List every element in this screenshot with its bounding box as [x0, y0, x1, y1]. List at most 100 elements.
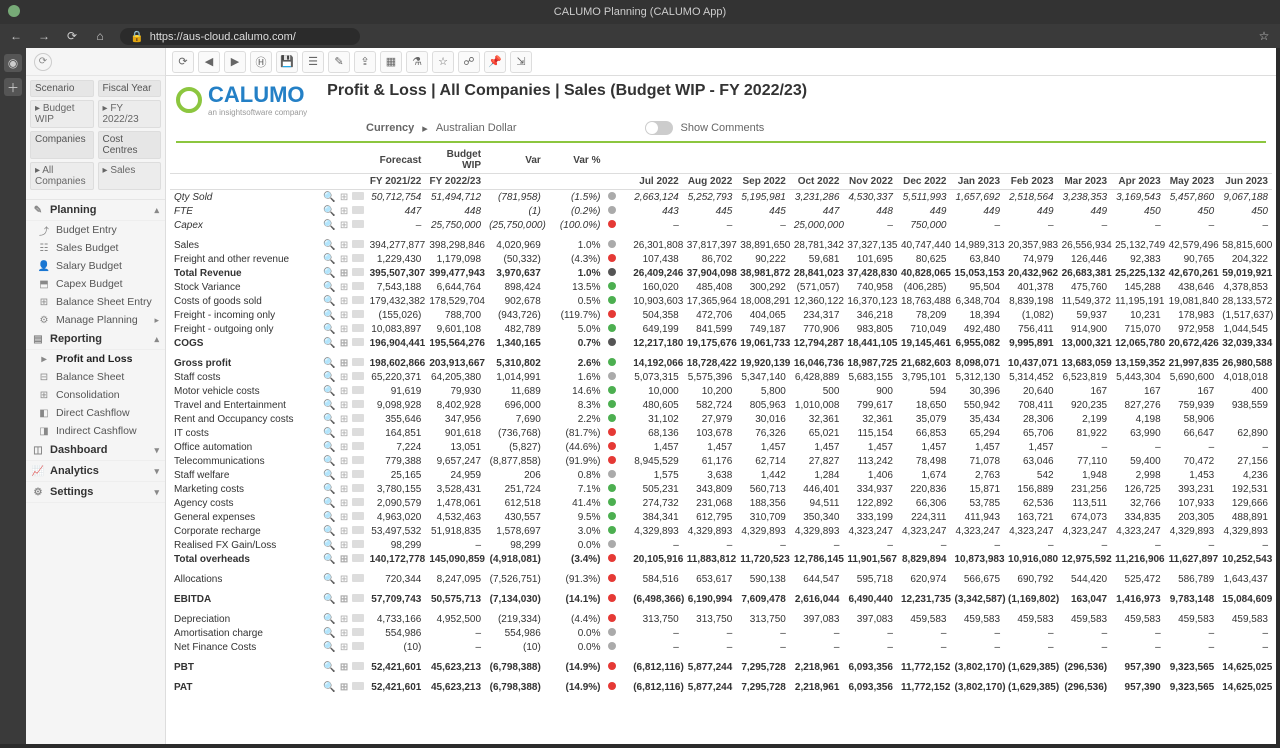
cell-month[interactable]: 40,828,065 [897, 266, 951, 280]
cell-month[interactable]: 15,084,609 [1218, 592, 1272, 606]
cell-varpct[interactable]: (0.2%) [545, 204, 605, 218]
cell-var[interactable]: 11,689 [485, 384, 545, 398]
cell-month[interactable]: 310,709 [736, 510, 790, 524]
drill-icon[interactable]: 🔍 [322, 660, 336, 674]
cell-month[interactable]: 80,625 [897, 252, 951, 266]
cell-varpct[interactable]: (4.3%) [545, 252, 605, 266]
cell-month[interactable]: 5,314,452 [1004, 370, 1058, 384]
cell-month[interactable]: – [1111, 538, 1165, 552]
cell-varpct[interactable]: (119.7%) [545, 308, 605, 322]
row-label[interactable]: EBITDA [170, 592, 322, 606]
cell-month[interactable]: – [1004, 626, 1058, 640]
col-month[interactable]: Jan 2023 [950, 174, 1004, 190]
cell-forecast[interactable]: 355,646 [366, 412, 426, 426]
drill-icon[interactable]: 🔍 [322, 266, 336, 280]
cell-varpct[interactable]: 2.2% [545, 412, 605, 426]
cell-month[interactable]: 799,617 [843, 398, 897, 412]
cell-month[interactable]: 4,329,893 [1218, 524, 1272, 538]
cell-month[interactable]: 167 [1111, 384, 1165, 398]
cell-month[interactable]: 126,725 [1111, 482, 1165, 496]
drill-icon[interactable]: 🔍 [322, 612, 336, 626]
cell-month[interactable]: 18,394 [950, 308, 1004, 322]
cell-month[interactable]: 18,763,488 [897, 294, 951, 308]
cell-var[interactable]: (7,526,751) [485, 572, 545, 586]
cell-month[interactable]: 107,438 [629, 252, 683, 266]
cell-forecast[interactable]: 98,299 [366, 538, 426, 552]
cell-month[interactable]: 8,098,071 [950, 356, 1004, 370]
cell-month[interactable]: 404,065 [736, 308, 790, 322]
cell-month[interactable]: 21,997,835 [1165, 356, 1219, 370]
drill-icon[interactable]: 🔍 [322, 440, 336, 454]
cell-month[interactable]: – [629, 538, 683, 552]
cell-month[interactable]: 167 [1165, 384, 1219, 398]
expand-icon[interactable]: ⊞ [337, 612, 351, 626]
cell-month[interactable]: – [1218, 440, 1272, 454]
row-label[interactable]: Rent and Occupancy costs [170, 412, 322, 426]
cell-month[interactable]: 4,323,247 [1111, 524, 1165, 538]
cell-month[interactable]: 5,683,155 [843, 370, 897, 384]
cell-month[interactable]: 500 [790, 384, 844, 398]
cell-month[interactable]: 63,840 [950, 252, 1004, 266]
sidebar-item[interactable]: ⚙Manage Planning▸ [26, 311, 165, 329]
cell-budget[interactable]: – [425, 538, 485, 552]
col-month[interactable]: Nov 2022 [843, 174, 897, 190]
cell-month[interactable]: 5,252,793 [683, 190, 737, 205]
cell-month[interactable]: 459,583 [1004, 612, 1058, 626]
cell-month[interactable]: 231,068 [683, 496, 737, 510]
cell-month[interactable]: 449 [950, 204, 1004, 218]
cell-month[interactable]: 231,256 [1058, 482, 1112, 496]
row-label[interactable]: Depreciation [170, 612, 322, 626]
cell-month[interactable]: 938,559 [1218, 398, 1272, 412]
cell-varpct[interactable]: (14.9%) [545, 660, 605, 674]
cell-var[interactable]: (7,134,030) [485, 592, 545, 606]
cell-month[interactable]: 620,974 [897, 572, 951, 586]
cell-month[interactable]: – [843, 640, 897, 654]
cell-month[interactable]: – [790, 626, 844, 640]
cell-month[interactable]: (1,082) [1004, 308, 1058, 322]
cell-month[interactable]: 485,408 [683, 280, 737, 294]
cell-month[interactable]: 37,428,830 [843, 266, 897, 280]
col-budget[interactable]: FY 2022/23 [425, 174, 485, 190]
tag-icon[interactable] [351, 426, 365, 440]
cell-month[interactable]: (296,536) [1058, 680, 1112, 694]
cell-forecast[interactable]: 9,098,928 [366, 398, 426, 412]
cell-var[interactable]: (219,334) [485, 612, 545, 626]
cell-var[interactable]: 696,000 [485, 398, 545, 412]
tag-icon[interactable] [351, 238, 365, 252]
cell-month[interactable]: 9,323,565 [1165, 660, 1219, 674]
cell-month[interactable]: 4,530,337 [843, 190, 897, 205]
cell-month[interactable]: 750,000 [897, 218, 951, 232]
cell-month[interactable]: 393,231 [1165, 482, 1219, 496]
cell-month[interactable]: 542 [1004, 468, 1058, 482]
cell-month[interactable]: 560,713 [736, 482, 790, 496]
cell-month[interactable]: 74,979 [1004, 252, 1058, 266]
cell-month[interactable]: 19,145,461 [897, 336, 951, 350]
cell-month[interactable]: 220,836 [897, 482, 951, 496]
drill-icon[interactable]: 🔍 [322, 468, 336, 482]
row-label[interactable]: Qty Sold [170, 190, 322, 205]
drill-icon[interactable]: 🔍 [322, 426, 336, 440]
tag-icon[interactable] [351, 524, 365, 538]
expand-icon[interactable]: ⊞ [337, 640, 351, 654]
cell-month[interactable]: 20,672,426 [1165, 336, 1219, 350]
cell-forecast[interactable]: 3,780,155 [366, 482, 426, 496]
cell-varpct[interactable]: 13.5% [545, 280, 605, 294]
filter-companies[interactable]: ▸ All Companies [30, 162, 94, 190]
cell-varpct[interactable]: (1.5%) [545, 190, 605, 205]
cell-month[interactable]: – [629, 626, 683, 640]
cell-month[interactable]: 827,276 [1111, 398, 1165, 412]
cell-month[interactable]: 66,647 [1165, 426, 1219, 440]
cell-month[interactable]: 448 [843, 204, 897, 218]
cell-month[interactable]: 19,061,733 [736, 336, 790, 350]
back-button[interactable]: ← [8, 28, 24, 44]
drill-icon[interactable]: 🔍 [322, 592, 336, 606]
cell-month[interactable]: 9,323,565 [1165, 680, 1219, 694]
row-label[interactable]: Freight - incoming only [170, 308, 322, 322]
cell-month[interactable]: 19,081,840 [1165, 294, 1219, 308]
tag-icon[interactable] [351, 356, 365, 370]
cell-month[interactable]: 4,329,893 [790, 524, 844, 538]
cell-month[interactable]: 443 [629, 204, 683, 218]
cell-varpct[interactable]: 9.5% [545, 510, 605, 524]
forward-button[interactable]: → [36, 28, 52, 44]
cell-var[interactable]: 5,310,802 [485, 356, 545, 370]
